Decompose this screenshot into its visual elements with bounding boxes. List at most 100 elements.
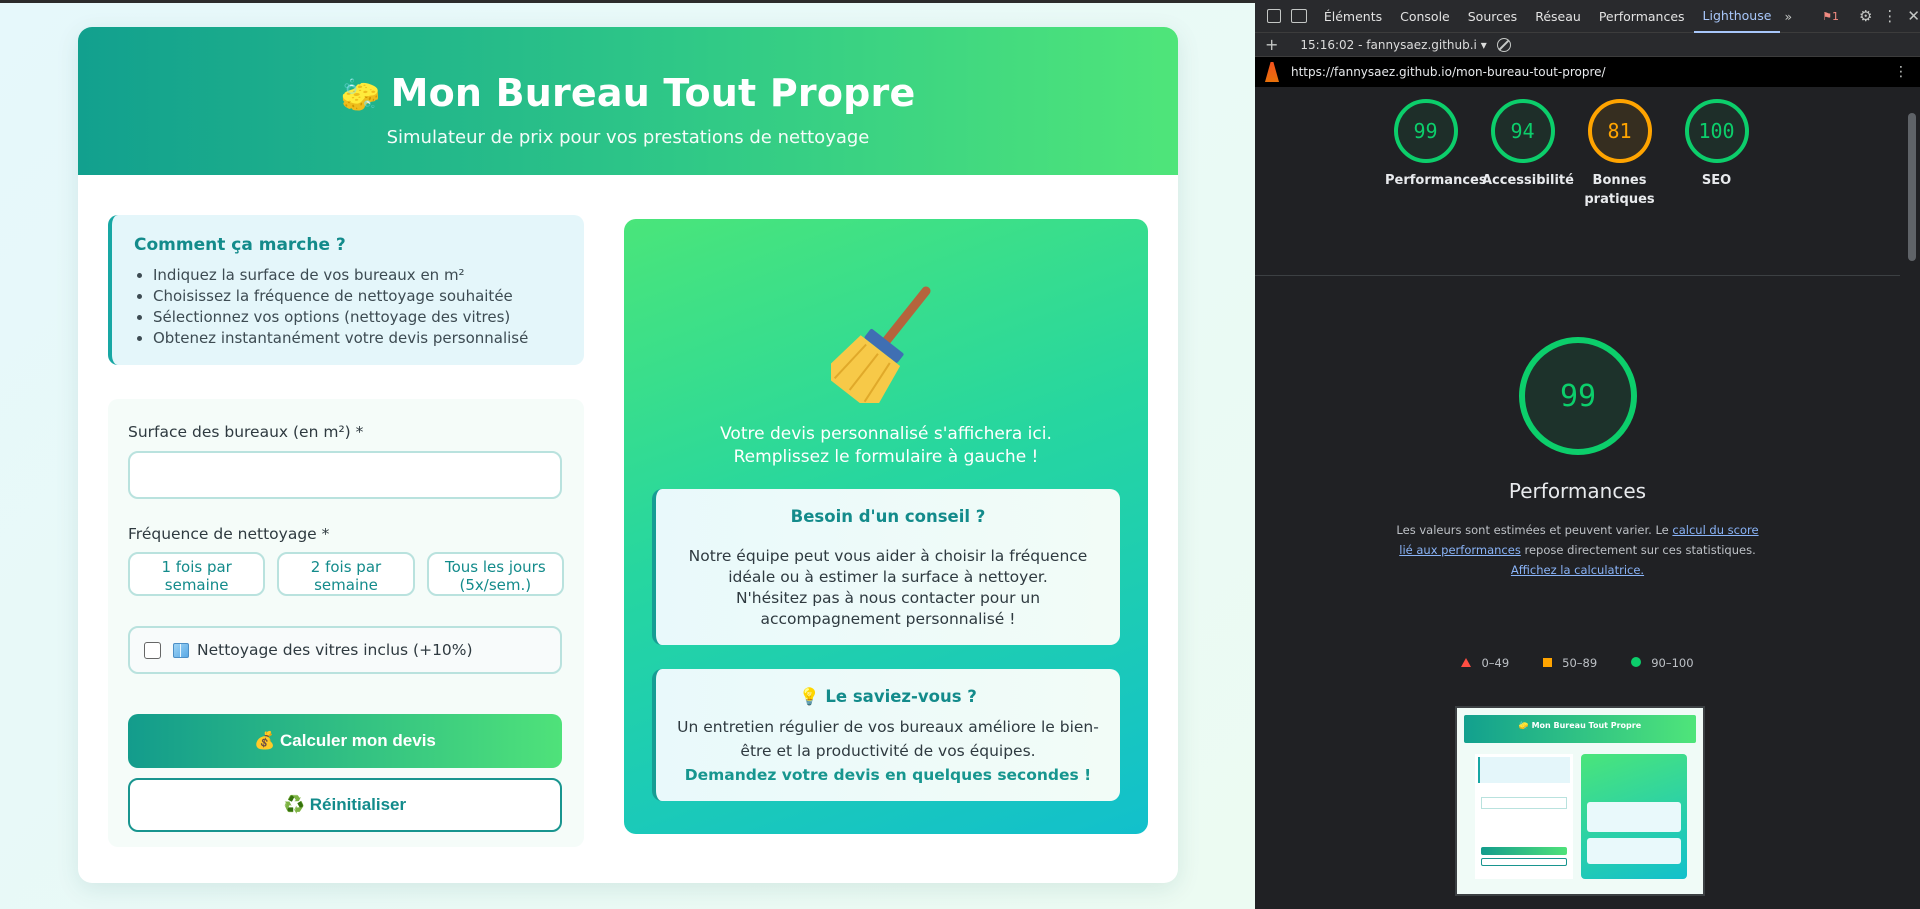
gauge-label: SEO <box>1701 173 1732 188</box>
step-item: Choisissez la fréquence de nettoyage sou… <box>153 286 562 307</box>
placeholder-line: Remplissez le formulaire à gauche ! <box>733 447 1039 467</box>
thumb-block <box>1481 858 1567 866</box>
close-devtools-icon[interactable]: ✕ <box>1907 7 1920 25</box>
score-legend: 0–49 50–89 90–100 <box>1255 656 1900 670</box>
kebab-menu-icon[interactable]: ⋮ <box>1882 7 1897 25</box>
result-placeholder: Votre devis personnalisé s'affichera ici… <box>652 423 1120 469</box>
legend-range: 50–89 <box>1562 656 1598 670</box>
title-text: Mon Bureau Tout Propre <box>390 71 916 115</box>
device-toolbar-icon[interactable] <box>1291 9 1307 23</box>
advice-title: Besoin d'un conseil ? <box>790 507 986 526</box>
thumb-block <box>1587 802 1681 832</box>
advice-text: Notre équipe peut vous aider à choisir l… <box>676 546 1100 630</box>
fact-text: Un entretien régulier de vos bureaux amé… <box>677 718 1099 760</box>
gauge-performance[interactable]: 99 Performances <box>1385 99 1487 209</box>
page-subtitle: Simulateur de prix pour vos prestations … <box>386 127 870 148</box>
calculator-link[interactable]: Affichez la calculatrice. <box>1511 563 1644 577</box>
report-selector[interactable]: 15:16:02 - fannysaez.github.i ▾ <box>1300 38 1486 52</box>
main-card: 🧽 Mon Bureau Tout Propre Simulateur de pr… <box>78 27 1178 883</box>
main-score-title: Performances <box>1508 479 1647 503</box>
legend-range: 90–100 <box>1651 656 1694 670</box>
lighthouse-logo-icon <box>1265 62 1279 82</box>
legend-range: 0–49 <box>1481 656 1510 670</box>
page-screenshot-thumbnail[interactable]: 🧽 Mon Bureau Tout Propre <box>1455 706 1705 896</box>
how-it-works-title: Comment ça marche ? <box>134 235 346 255</box>
gauge-label: Bonnes pratiques <box>1584 173 1655 207</box>
legend-fail: 0–49 <box>1461 656 1509 670</box>
report-url[interactable]: https://fannysaez.github.io/mon-bureau-t… <box>1291 65 1606 79</box>
score-gauges: 99 Performances 94 Accessibilité 81 Bonn… <box>1255 87 1920 209</box>
fact-title: 💡 Le saviez-vous ? <box>799 687 977 706</box>
frequency-options: 1 fois par semaine 2 fois par semaine To… <box>128 552 564 596</box>
thumb-block <box>1481 847 1567 855</box>
tab-sources[interactable]: Sources <box>1459 0 1526 33</box>
desc-text: repose directement sur ces statistiques. <box>1520 543 1756 557</box>
legend-average: 50–89 <box>1543 656 1597 670</box>
frequency-option-2x[interactable]: 2 fois par semaine <box>277 552 415 596</box>
gauge-accessibility[interactable]: 94 Accessibilité <box>1482 99 1574 209</box>
windows-label: Nettoyage des vitres inclus (+10%) <box>197 641 473 659</box>
scrollbar[interactable] <box>1908 95 1918 905</box>
divider <box>1255 275 1900 276</box>
gauge-ring: 81 <box>1587 99 1652 163</box>
thumb-block <box>1478 757 1570 783</box>
gauge-label: Performances <box>1385 173 1487 188</box>
thumbnail-header: 🧽 Mon Bureau Tout Propre <box>1464 715 1696 743</box>
thumbnail-left <box>1475 754 1573 879</box>
devtools-panel: Éléments Console Sources Réseau Performa… <box>1255 0 1920 909</box>
legend-pass: 90–100 <box>1631 656 1694 670</box>
tab-network[interactable]: Réseau <box>1526 0 1590 33</box>
frequency-option-daily[interactable]: Tous les jours (5x/sem.) <box>426 552 564 596</box>
square-icon <box>1543 658 1553 667</box>
fact-cta: Demandez votre devis en quelques seconde… <box>684 766 1092 784</box>
gauge-ring: 94 <box>1490 99 1555 163</box>
issues-count: 1 <box>1831 9 1839 23</box>
scrollbar-thumb[interactable] <box>1908 113 1916 261</box>
surface-input[interactable] <box>128 451 562 499</box>
quote-form: Surface des bureaux (en m²) * Fréquence … <box>108 399 584 847</box>
windows-checkbox[interactable] <box>144 641 161 659</box>
step-item: Indiquez la surface de vos bureaux en m² <box>153 265 562 286</box>
frequency-label: Fréquence de nettoyage * <box>128 525 330 543</box>
windows-option[interactable]: Nettoyage des vitres inclus (+10%) <box>128 626 562 674</box>
fact-box: 💡 Le saviez-vous ? Un entretien régulier… <box>652 669 1120 801</box>
new-report-icon[interactable]: + <box>1265 35 1278 54</box>
thumb-block <box>1587 838 1681 864</box>
desc-text: Les valeurs sont estimées et peuvent var… <box>1396 523 1673 537</box>
gauge-ring: 99 <box>1393 99 1458 163</box>
reset-button[interactable]: ♻️ Réinitialiser <box>128 778 562 832</box>
step-item: Sélectionnez vos options (nettoyage des … <box>153 307 562 328</box>
advice-line: N'hésitez pas à nous contacter pour un a… <box>735 589 1041 628</box>
settings-gear-icon[interactable]: ⚙ <box>1859 7 1872 25</box>
gauge-seo[interactable]: 100 SEO <box>1676 99 1757 209</box>
issues-badge[interactable]: ⚑1 <box>1822 10 1839 23</box>
tab-performance[interactable]: Performances <box>1590 0 1694 33</box>
sponge-icon: 🧽 <box>340 76 381 114</box>
window-icon <box>173 642 189 658</box>
placeholder-line: Votre devis personnalisé s'affichera ici… <box>720 424 1052 444</box>
lighthouse-report: 99 Performances 94 Accessibilité 81 Bonn… <box>1255 87 1920 909</box>
calculate-button[interactable]: 💰 Calculer mon devis <box>128 714 562 768</box>
gauge-best-practices[interactable]: 81 Bonnes pratiques <box>1579 99 1660 209</box>
surface-label: Surface des bureaux (en m²) * <box>128 423 364 441</box>
lighthouse-toolbar: + 15:16:02 - fannysaez.github.i ▾ <box>1255 33 1920 57</box>
page-title: 🧽 Mon Bureau Tout Propre <box>78 71 1178 115</box>
tab-console[interactable]: Console <box>1391 0 1459 33</box>
devtools-tabbar: Éléments Console Sources Réseau Performa… <box>1255 0 1920 33</box>
web-page: 🧽 Mon Bureau Tout Propre Simulateur de pr… <box>0 0 1255 909</box>
how-it-works-panel: Comment ça marche ? Indiquez la surface … <box>108 215 584 365</box>
tab-elements[interactable]: Éléments <box>1315 0 1391 33</box>
result-panel: Votre devis personnalisé s'affichera ici… <box>624 219 1148 834</box>
inspect-icon[interactable] <box>1267 9 1282 23</box>
thumb-block <box>1481 797 1567 809</box>
report-menu-icon[interactable]: ⋮ <box>1894 64 1908 80</box>
frequency-option-1x[interactable]: 1 fois par semaine <box>128 552 266 596</box>
report-url-bar: https://fannysaez.github.io/mon-bureau-t… <box>1255 57 1920 87</box>
thumbnail-right <box>1581 754 1687 879</box>
step-item: Obtenez instantanément votre devis perso… <box>153 328 562 349</box>
tab-lighthouse[interactable]: Lighthouse <box>1693 0 1781 33</box>
clear-reports-icon[interactable] <box>1496 37 1511 52</box>
more-tabs-icon[interactable]: » <box>1784 9 1792 24</box>
advice-box: Besoin d'un conseil ? Notre équipe peut … <box>652 489 1120 645</box>
advice-line: Notre équipe peut vous aider à choisir l… <box>688 547 1088 586</box>
